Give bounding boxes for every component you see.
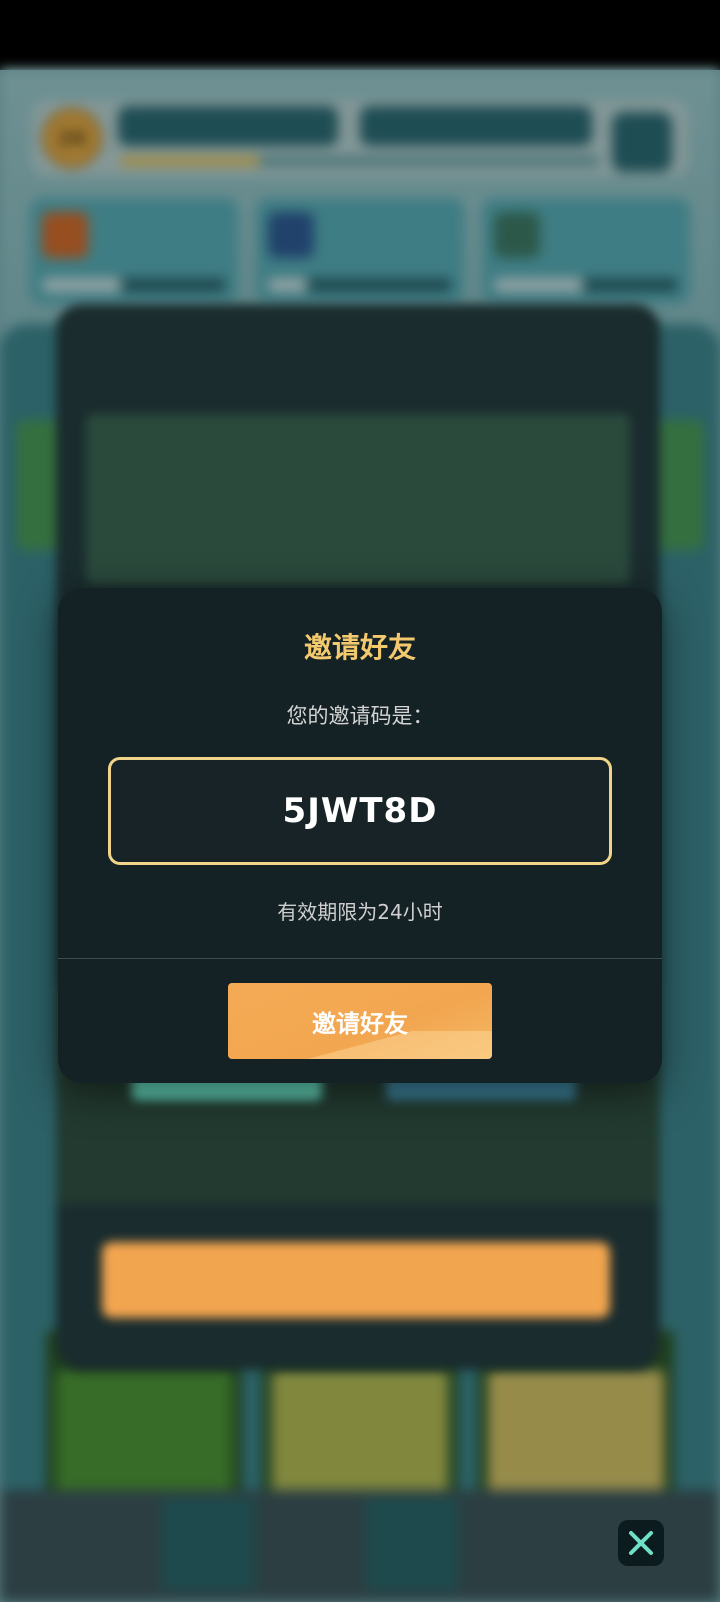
system-status-bar: [0, 0, 720, 70]
underlying-orange-button: [102, 1242, 610, 1318]
validity-note: 有效期限为24小时: [277, 900, 443, 924]
underlying-dialog-text-block: [86, 414, 630, 584]
invite-code-prompt: 您的邀请码是：: [286, 704, 434, 728]
invite-friend-button[interactable]: 邀请好友: [228, 983, 492, 1059]
close-button[interactable]: [618, 1520, 664, 1566]
dialog-title: 邀请好友: [303, 631, 416, 664]
close-icon: [629, 1531, 653, 1555]
invite-code-box[interactable]: 5JWT8D: [108, 757, 612, 865]
invite-code: 5JWT8D: [282, 791, 438, 831]
invite-friend-dialog: 邀请好友 您的邀请码是： 5JWT8D 有效期限为24小时 邀请好友: [58, 588, 662, 1083]
invite-friend-button-label: 邀请好友: [312, 1009, 408, 1038]
divider: [58, 958, 662, 959]
